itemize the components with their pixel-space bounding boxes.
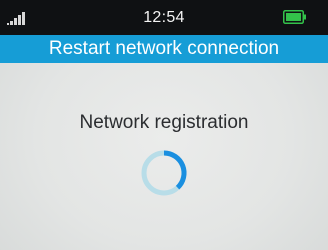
battery-full-icon	[283, 10, 306, 24]
status-bar: 12:54	[0, 0, 328, 35]
screen-title: Restart network connection	[48, 38, 280, 59]
status-message: Network registration	[79, 112, 249, 133]
loading-spinner-icon	[141, 150, 187, 196]
status-time: 12:54	[143, 9, 185, 26]
phone-screen: 12:54 Restart network connection Network…	[0, 0, 328, 250]
title-bar: Restart network connection	[0, 35, 328, 63]
